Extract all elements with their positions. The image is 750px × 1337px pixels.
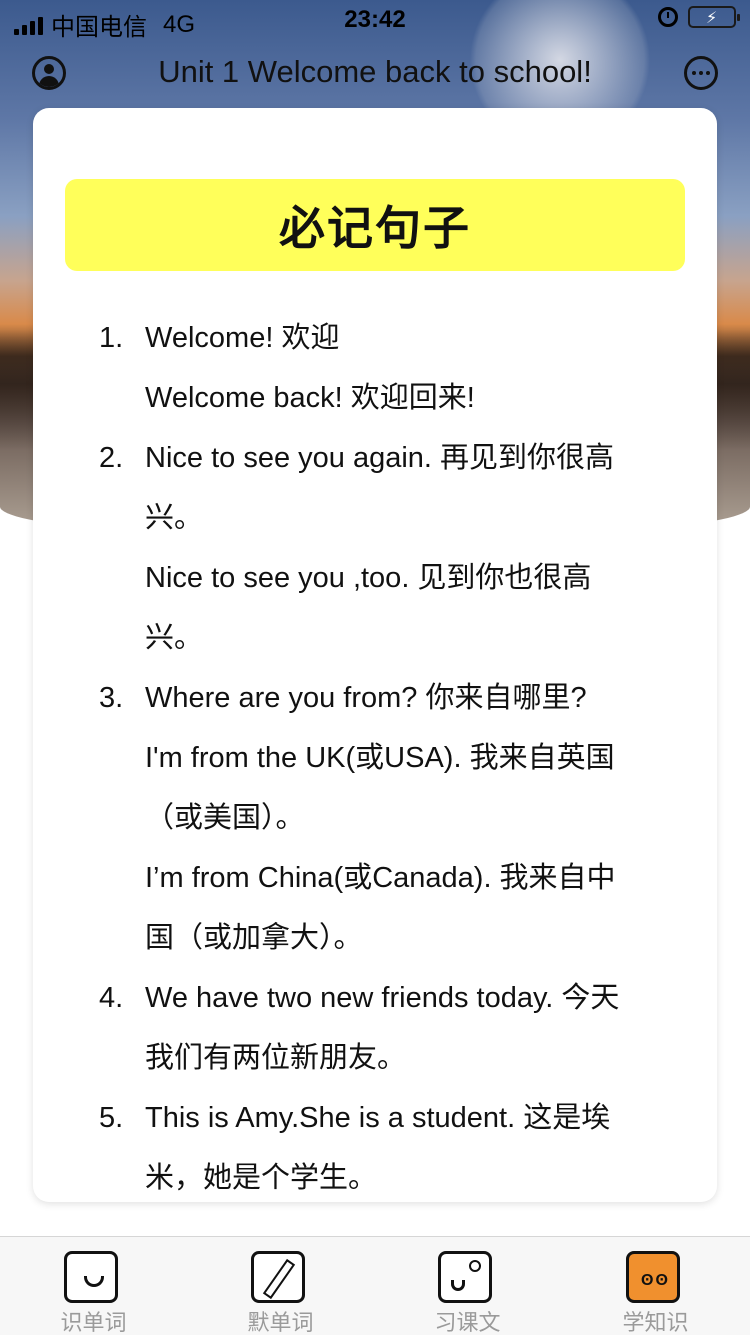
more-options-icon[interactable] xyxy=(684,56,718,90)
pen-writing-icon xyxy=(251,1251,305,1303)
item-line: 我们有两位新朋友。 xyxy=(145,1042,407,1074)
status-time: 23:42 xyxy=(344,6,406,33)
item-line: Nice to see you again. 再见到你很高 xyxy=(145,442,615,474)
tab-learn-knowledge[interactable]: ʘʘ 学知识 xyxy=(562,1237,749,1335)
tab-label: 学知识 xyxy=(622,1310,689,1335)
item-line: 国（或加拿大）。 xyxy=(145,922,363,954)
list-item: 1. Welcome! 欢迎 Welcome back! 欢迎回来! xyxy=(33,308,717,428)
knowledge-face-icon: ʘʘ xyxy=(626,1251,680,1303)
item-line: （或美国）。 xyxy=(145,802,305,834)
tab-label: 习课文 xyxy=(434,1310,501,1335)
list-item: 3. Where are you from? 你来自哪里? I'm from t… xyxy=(33,668,717,968)
tab-label: 默单词 xyxy=(247,1310,314,1335)
item-line: Welcome back! 欢迎回来! xyxy=(145,382,475,414)
item-number: 1. xyxy=(99,322,124,354)
item-line: 兴。 xyxy=(145,622,204,654)
item-line: 兴。 xyxy=(145,502,204,534)
item-line: I’m from China(或Canada). 我来自中 xyxy=(145,862,616,894)
nav-bar: Unit 1 Welcome back to school! xyxy=(0,40,750,106)
section-heading: 必记句子 xyxy=(65,179,685,271)
page-title: Unit 1 Welcome back to school! xyxy=(158,54,592,89)
sentence-list: 1. Welcome! 欢迎 Welcome back! 欢迎回来! 2. Ni… xyxy=(33,308,717,1202)
list-item: 4. We have two new friends today. 今天 我们有… xyxy=(33,968,717,1088)
tab-recognize-words[interactable]: 识单词 xyxy=(0,1237,187,1335)
tab-label: 识单词 xyxy=(60,1310,127,1335)
item-line: We have two new friends today. 今天 xyxy=(145,982,620,1014)
book-icon xyxy=(438,1251,492,1303)
tab-dictation[interactable]: 默单词 xyxy=(187,1237,374,1335)
item-line: 米，她是个学生。 xyxy=(145,1162,378,1194)
tab-text-practice[interactable]: 习课文 xyxy=(374,1237,561,1335)
item-number: 3. xyxy=(99,682,124,714)
item-line: Nice to see you ,too. 见到你也很高 xyxy=(145,562,592,594)
face-card-icon xyxy=(64,1251,118,1303)
status-right-group: ⚡ xyxy=(658,6,740,28)
list-item: 2. Nice to see you again. 再见到你很高 兴。 Nice… xyxy=(33,428,717,668)
tab-bar: 识单词 默单词 习课文 ʘʘ 学知识 xyxy=(0,1236,750,1335)
content-card: 必记句子 1. Welcome! 欢迎 Welcome back! 欢迎回来! … xyxy=(33,108,717,1202)
alarm-icon xyxy=(658,7,678,27)
battery-icon: ⚡ xyxy=(688,6,740,28)
item-line: I'm from the UK(或USA). 我来自英国 xyxy=(145,742,615,774)
item-number: 2. xyxy=(99,442,124,474)
item-number: 5. xyxy=(99,1102,124,1134)
item-line: Where are you from? 你来自哪里? xyxy=(145,682,587,714)
item-number: 4. xyxy=(99,982,124,1014)
list-item: 5. This is Amy.She is a student. 这是埃 米，她… xyxy=(33,1088,717,1202)
item-line: Welcome! 欢迎 xyxy=(145,322,340,354)
status-bar: 中国电信 4G 23:42 ⚡ xyxy=(0,0,750,41)
item-line: This is Amy.She is a student. 这是埃 xyxy=(145,1102,611,1134)
